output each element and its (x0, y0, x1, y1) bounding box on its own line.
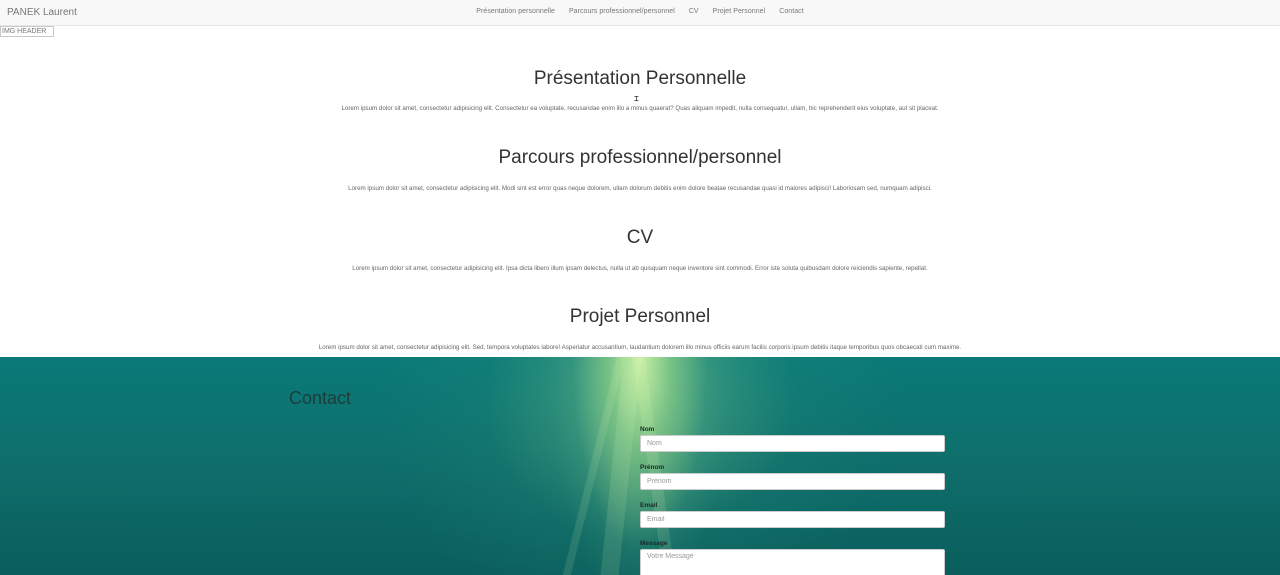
nav-link-presentation[interactable]: Présentation personnelle (476, 8, 555, 15)
section-cv: CV Lorem ipsum dolor sit amet, consectet… (0, 227, 1280, 273)
prenom-label: Prénom (640, 464, 665, 471)
nav-link-cv[interactable]: CV (689, 8, 699, 15)
section-title-projet: Projet Personnel (569, 306, 711, 327)
header-image-placeholder: IMG HEADER (0, 26, 54, 37)
section-text-presentation: Lorem ipsum dolor sit amet, consectetur … (341, 105, 939, 112)
section-projet: Projet Personnel Lorem ipsum dolor sit a… (0, 306, 1280, 352)
section-presentation: Présentation Personnelle Lorem ipsum dol… (0, 68, 1280, 113)
light-ray (600, 357, 642, 575)
section-parcours: Parcours professionnel/personnel Lorem i… (0, 147, 1280, 193)
message-label: Message (640, 540, 668, 547)
section-title-cv: CV (626, 227, 654, 248)
navbar: PANEK Laurent Présentation personnelle P… (0, 0, 1280, 26)
section-text-parcours: Lorem ipsum dolor sit amet, consectetur … (348, 185, 932, 192)
contact-title: Contact (289, 388, 352, 408)
section-title-presentation: Présentation Personnelle (533, 68, 747, 89)
nom-input[interactable] (640, 435, 945, 452)
message-textarea[interactable] (640, 549, 945, 575)
email-input[interactable] (640, 511, 945, 528)
nom-label: Nom (640, 426, 655, 433)
section-title-parcours: Parcours professionnel/personnel (498, 147, 782, 168)
prenom-input[interactable] (640, 473, 945, 490)
nav-links: Présentation personnelle Parcours profes… (0, 8, 1280, 15)
section-text-cv: Lorem ipsum dolor sit amet, consectetur … (352, 265, 928, 272)
nav-link-projet[interactable]: Projet Personnel (713, 8, 766, 15)
nav-link-contact[interactable]: Contact (779, 8, 803, 15)
contact-section: Contact Nom Prénom Email Message (0, 357, 1280, 575)
text-cursor-icon: ⌶ (634, 94, 639, 103)
nav-link-parcours[interactable]: Parcours professionnel/personnel (569, 8, 675, 15)
section-text-projet: Lorem ipsum dolor sit amet, consectetur … (318, 344, 962, 351)
email-label: Email (640, 502, 658, 509)
